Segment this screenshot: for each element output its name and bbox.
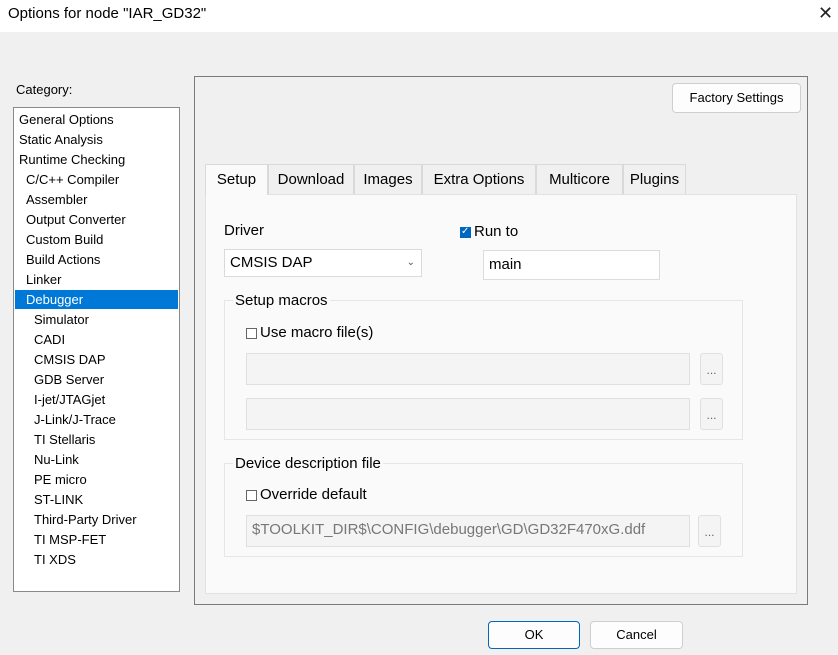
driver-label: Driver (224, 222, 264, 239)
run-to-label: Run to (474, 223, 519, 240)
ok-button[interactable]: OK (488, 621, 580, 649)
category-item-linker[interactable]: Linker (15, 270, 178, 289)
category-item-simulator[interactable]: Simulator (15, 310, 178, 329)
tab-images[interactable]: Images (354, 164, 422, 194)
category-item-cadi[interactable]: CADI (15, 330, 178, 349)
macro-file-2-input (246, 398, 690, 430)
category-item-c-c-compiler[interactable]: C/C++ Compiler (15, 170, 178, 189)
category-list[interactable]: General Options Static Analysis Runtime Ch… (13, 107, 180, 592)
category-item-ti-stellaris[interactable]: TI Stellaris (15, 430, 178, 449)
driver-value: CMSIS DAP (230, 254, 313, 271)
category-item-general-options[interactable]: General Options (15, 110, 178, 129)
chevron-down-icon: ⌄ (406, 257, 415, 268)
category-item-output-converter[interactable]: Output Converter (15, 210, 178, 229)
category-item-debugger[interactable]: Debugger (15, 290, 178, 309)
category-item-i-jet-jtagjet[interactable]: I-jet/JTAGjet (15, 390, 178, 409)
macro-file-1-input (246, 353, 690, 385)
category-item-assembler[interactable]: Assembler (15, 190, 178, 209)
category-item-third-party-driver[interactable]: Third-Party Driver (15, 510, 178, 529)
driver-select[interactable]: CMSIS DAP ⌄ (224, 249, 422, 277)
cancel-button[interactable]: Cancel (590, 621, 683, 649)
tab-download[interactable]: Download (268, 164, 354, 194)
use-macro-checkbox[interactable] (246, 328, 257, 339)
category-item-static-analysis[interactable]: Static Analysis (15, 130, 178, 149)
device-file-browse-button: ... (698, 515, 721, 547)
setup-macros-title: Setup macros (233, 292, 330, 309)
category-item-custom-build[interactable]: Custom Build (15, 230, 178, 249)
category-item-j-link-j-trace[interactable]: J-Link/J-Trace (15, 410, 178, 429)
category-label: Category: (16, 82, 73, 97)
category-item-gdb-server[interactable]: GDB Server (15, 370, 178, 389)
run-to-input[interactable]: main (483, 250, 660, 280)
tab-extra-options[interactable]: Extra Options (422, 164, 536, 194)
macro-file-2-browse-button: ... (700, 398, 723, 430)
category-item-build-actions[interactable]: Build Actions (15, 250, 178, 269)
override-default-checkbox[interactable] (246, 490, 257, 501)
factory-settings-button[interactable]: Factory Settings (672, 83, 801, 113)
window-title: Options for node "IAR_GD32" (8, 5, 207, 22)
macro-file-1-browse-button: ... (700, 353, 723, 385)
category-item-cmsis-dap[interactable]: CMSIS DAP (15, 350, 178, 369)
tab-multicore[interactable]: Multicore (536, 164, 623, 194)
device-description-title: Device description file (233, 455, 383, 472)
category-item-runtime-checking[interactable]: Runtime Checking (15, 150, 178, 169)
device-file-input: $TOOLKIT_DIR$\CONFIG\debugger\GD\GD32F47… (246, 515, 690, 547)
category-item-ti-xds[interactable]: TI XDS (15, 550, 178, 569)
category-item-nu-link[interactable]: Nu-Link (15, 450, 178, 469)
close-icon[interactable]: ✕ (818, 3, 833, 24)
category-item-pe-micro[interactable]: PE micro (15, 470, 178, 489)
use-macro-label: Use macro file(s) (260, 324, 374, 341)
category-item-ti-msp-fet[interactable]: TI MSP-FET (15, 530, 178, 549)
run-to-checkbox[interactable] (460, 226, 471, 238)
tab-plugins[interactable]: Plugins (623, 164, 686, 194)
tab-setup[interactable]: Setup (205, 164, 268, 195)
category-item-st-link[interactable]: ST-LINK (15, 490, 178, 509)
override-default-label: Override default (260, 486, 367, 503)
